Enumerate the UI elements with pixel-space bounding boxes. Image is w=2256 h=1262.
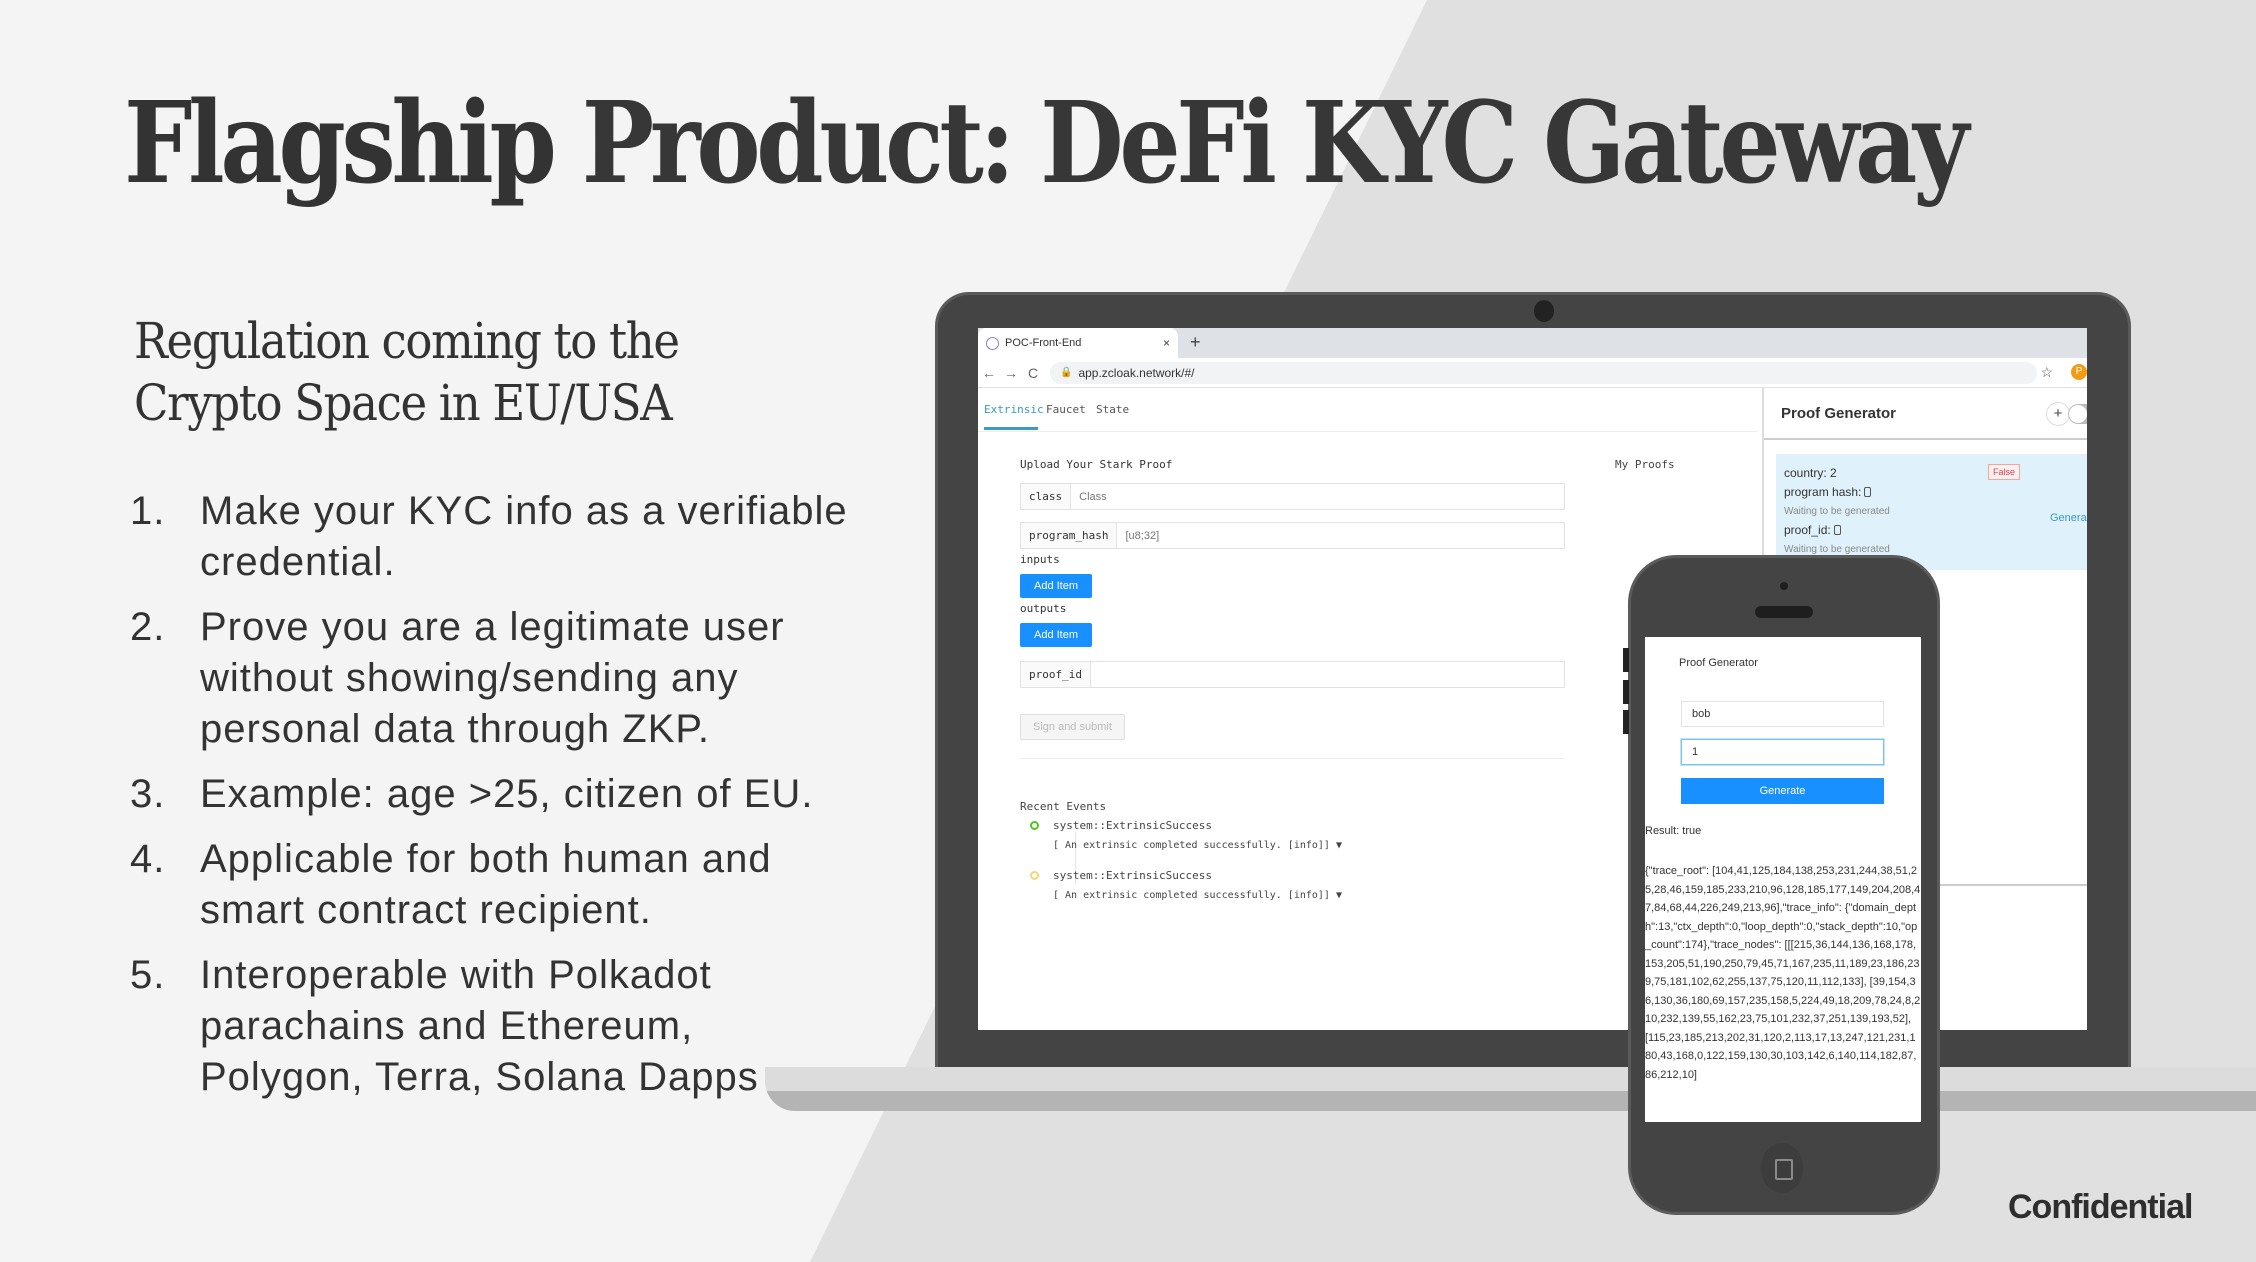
bookmark-star-icon[interactable]: ☆ xyxy=(2040,364,2053,381)
url-text: app.zcloak.network/#/ xyxy=(1078,365,1195,380)
bullet-item: 2. Prove you are a legitimate user withou… xyxy=(130,602,850,755)
event-detail[interactable]: [ An extrinsic completed successfully. [… xyxy=(1053,840,1342,851)
home-button-icon[interactable] xyxy=(1761,1143,1803,1193)
event-name: system::ExtrinsicSuccess xyxy=(1053,869,1212,882)
proof-id-label: proof_id xyxy=(1021,662,1091,687)
bullet-list: 1. Make your KYC info as a verifiable cre… xyxy=(130,486,850,1117)
address-bar: ← → C 🔒 app.zcloak.network/#/ ☆ P xyxy=(978,358,2087,388)
subtitle: Regulation coming to the Crypto Space in… xyxy=(134,310,680,434)
proof-id-field: proof_id xyxy=(1020,661,1565,688)
country-value: country: 2 xyxy=(1784,466,1837,480)
outputs-label: outputs xyxy=(1020,602,1067,615)
my-proofs-heading: My Proofs xyxy=(1615,458,1675,471)
extension-icon[interactable]: P xyxy=(2071,364,2087,380)
bullet-text: Example: age >25, citizen of EU. xyxy=(200,772,814,816)
phone-side-button xyxy=(1623,648,1629,672)
generate-link[interactable]: Generate xyxy=(2050,509,2087,528)
sign-and-submit-button[interactable]: Sign and submit xyxy=(1020,714,1125,740)
program-hash-label: program hash: xyxy=(1784,485,1862,499)
class-input[interactable] xyxy=(1071,484,1564,509)
phone-speaker xyxy=(1755,606,1813,618)
recent-events: Recent Events system::ExtrinsicSuccess [… xyxy=(1020,800,1342,919)
title-bold: Flagship xyxy=(124,78,557,209)
proof-id-label: proof_id: xyxy=(1784,523,1831,537)
favicon-icon xyxy=(986,336,999,350)
program-hash-input[interactable] xyxy=(1117,523,1564,548)
reload-icon[interactable]: C xyxy=(1022,365,1044,381)
bullet-number: 3. xyxy=(130,772,166,816)
confidential-label: Confidential xyxy=(2008,1188,2193,1226)
event-item: system::ExtrinsicSuccess [ An extrinsic … xyxy=(1020,819,1342,851)
proof-generator-title: Proof Generator xyxy=(1764,388,2087,440)
tab-title: POC-Front-End xyxy=(1005,337,1082,349)
bullet-number: 2. xyxy=(130,605,166,649)
copy-icon[interactable] xyxy=(1864,487,1872,497)
status-badge: False xyxy=(1988,464,2021,480)
caret-down-icon[interactable]: ▼ xyxy=(1336,840,1342,851)
generate-button[interactable]: Generate xyxy=(1681,778,1884,804)
title-rest: Product: DeFi KYC Gateway xyxy=(581,78,1969,209)
add-output-item-button[interactable]: Add Item xyxy=(1020,623,1093,647)
class-label: class xyxy=(1021,484,1072,509)
phone-side-button xyxy=(1623,680,1629,704)
bullet-text: Prove you are a legitimate user without … xyxy=(200,605,785,751)
success-dot-icon xyxy=(1030,821,1039,830)
divider xyxy=(1020,758,1565,759)
bullet-item: 5. Interoperable with Polkadot parachains… xyxy=(130,950,850,1103)
bullet-text: Interoperable with Polkadot parachains a… xyxy=(200,953,759,1099)
subtitle-line-2: Crypto Space in EU/USA xyxy=(134,374,673,432)
bullet-number: 4. xyxy=(130,837,166,881)
new-tab-button[interactable]: + xyxy=(1190,332,1201,353)
proof-card: country: 2 False program hash: Waiting t… xyxy=(1776,454,2087,570)
result-text: Result: true xyxy=(1645,825,1702,837)
bullet-item: 3. Example: age >25, citizen of EU. xyxy=(130,769,850,820)
class-field: class xyxy=(1020,483,1565,510)
phone-side-button xyxy=(1623,710,1629,734)
bullet-item: 4. Applicable for both human and smart co… xyxy=(130,834,850,936)
phone-camera-icon xyxy=(1780,582,1788,590)
tab-state[interactable]: State xyxy=(1096,403,1129,416)
program-hash-status: Waiting to be generated xyxy=(1784,506,1890,517)
bullet-text: Make your KYC info as a verifiable crede… xyxy=(200,489,848,584)
name-input[interactable]: bob xyxy=(1681,701,1884,727)
inputs-label: inputs xyxy=(1020,553,1060,566)
proof-id-input[interactable] xyxy=(1090,662,1564,687)
panel-toggle[interactable] xyxy=(2068,404,2087,424)
browser-tab[interactable]: POC-Front-End × xyxy=(978,328,1178,358)
proof-json-output: {"trace_root": [104,41,125,184,138,253,2… xyxy=(1645,865,1921,1081)
program-hash-field: program_hash xyxy=(1020,522,1565,549)
lock-icon: 🔒 xyxy=(1060,367,1073,378)
recent-events-title: Recent Events xyxy=(1020,800,1107,813)
event-item: system::ExtrinsicSuccess [ An extrinsic … xyxy=(1020,869,1342,901)
add-input-item-button[interactable]: Add Item xyxy=(1020,574,1093,598)
event-name: system::ExtrinsicSuccess xyxy=(1053,819,1212,832)
form-title: Upload Your Stark Proof xyxy=(1020,458,1173,471)
forward-icon[interactable]: → xyxy=(1000,365,1022,381)
close-tab-icon[interactable]: × xyxy=(1163,336,1170,350)
tab-extrinsic[interactable]: Extrinsic xyxy=(984,403,1044,430)
url-field[interactable]: 🔒 app.zcloak.network/#/ xyxy=(1050,361,2037,384)
copy-icon[interactable] xyxy=(1833,525,1841,535)
phone-proof-generator-title: Proof Generator xyxy=(1679,657,1758,669)
number-input[interactable]: 1 xyxy=(1681,739,1884,765)
stark-proof-form: Upload Your Stark Proof class program_ha… xyxy=(1020,458,1565,759)
browser-tabbar: POC-Front-End × + xyxy=(978,328,2087,358)
program-hash-label: program_hash xyxy=(1021,523,1118,548)
subtitle-line-1: Regulation coming to the xyxy=(134,312,680,370)
tab-faucet[interactable]: Faucet xyxy=(1046,403,1086,416)
phone-screen: Proof Generator bob 1 Generate Result: t… xyxy=(1645,637,1921,1122)
event-detail[interactable]: [ An extrinsic completed successfully. [… xyxy=(1053,890,1342,901)
back-icon[interactable]: ← xyxy=(978,365,1000,381)
laptop-base xyxy=(765,1067,2256,1111)
laptop-camera-icon xyxy=(1534,300,1554,322)
bullet-item: 1. Make your KYC info as a verifiable cre… xyxy=(130,486,850,588)
pending-dot-icon xyxy=(1030,871,1039,880)
bullet-number: 1. xyxy=(130,489,166,533)
slide-title: Flagship Product: DeFi KYC Gateway xyxy=(124,78,1969,209)
bullet-text: Applicable for both human and smart cont… xyxy=(200,837,772,932)
add-proof-button[interactable]: + xyxy=(2046,402,2070,426)
bullet-number: 5. xyxy=(130,953,166,997)
caret-down-icon[interactable]: ▼ xyxy=(1336,890,1342,901)
app-tabs: Extrinsic Faucet State xyxy=(978,388,1758,432)
